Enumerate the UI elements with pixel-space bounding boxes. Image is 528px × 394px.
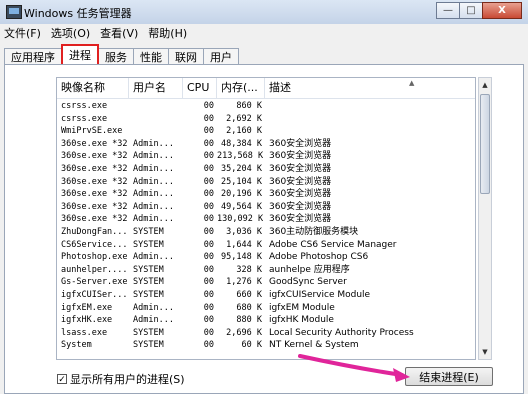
tab-processes[interactable]: 进程 [61, 44, 99, 64]
